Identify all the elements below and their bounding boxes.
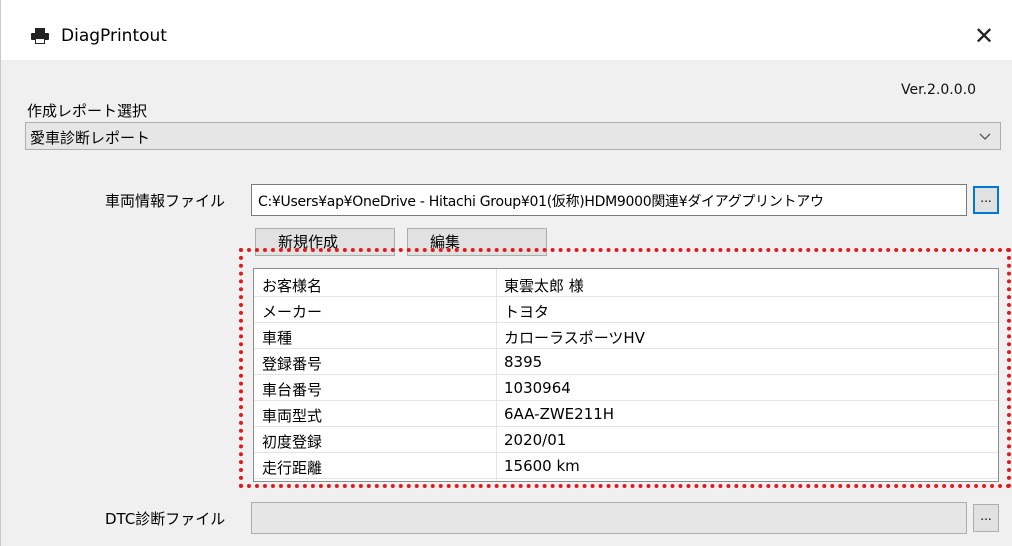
row-value: 東雲太郎 様 [504, 277, 584, 295]
vehicle-file-path: C:¥Users¥ap¥OneDrive - Hitachi Group¥01(… [258, 194, 824, 210]
title-bar: DiagPrintout ✕ [1, 0, 1012, 60]
row-key: お客様名 [262, 277, 323, 295]
table-row[interactable]: 走行距離 15600 km [254, 455, 998, 479]
version-label: Ver.2.0.0.0 [901, 82, 977, 98]
new-create-button[interactable]: 新規作成 [255, 228, 395, 256]
row-key: 車種 [262, 329, 293, 347]
row-value: 1030964 [504, 379, 571, 397]
dtc-file-path-field[interactable] [251, 502, 967, 534]
printer-icon [31, 28, 49, 44]
row-value: 8395 [504, 353, 543, 371]
row-key: 初度登録 [262, 433, 323, 451]
table-row[interactable]: 登録番号 8395 [254, 351, 998, 375]
table-row[interactable]: お客様名 東雲太郎 様 [254, 273, 998, 297]
row-value: 2020/01 [504, 431, 567, 449]
close-button[interactable]: ✕ [961, 16, 1007, 56]
diagprintout-window: DiagPrintout ✕ Ver.2.0.0.0 作成レポート選択 愛車診断… [0, 0, 1012, 546]
row-key: 走行距離 [262, 459, 323, 477]
table-row[interactable]: 初度登録 2020/01 [254, 429, 998, 453]
report-select-value: 愛車診断レポート [30, 129, 151, 147]
edit-button[interactable]: 編集 [407, 228, 547, 256]
row-key: 車台番号 [262, 381, 323, 399]
vehicle-file-browse-button[interactable]: ... [973, 186, 999, 214]
vehicle-file-label: 車両情報ファイル [105, 192, 226, 210]
row-key: メーカー [262, 303, 323, 321]
row-key: 登録番号 [262, 355, 323, 373]
row-value: トヨタ [504, 303, 550, 321]
report-select[interactable]: 愛車診断レポート [25, 122, 1001, 150]
dtc-file-label: DTC診断ファイル [105, 510, 226, 528]
dtc-file-browse-button[interactable]: ... [973, 504, 999, 532]
row-key: 車両型式 [262, 407, 323, 425]
table-row[interactable]: 車両型式 6AA-ZWE211H [254, 403, 998, 427]
row-value: 6AA-ZWE211H [504, 405, 615, 423]
row-value: カローラスポーツHV [504, 329, 645, 347]
table-row[interactable]: 車種 カローラスポーツHV [254, 325, 998, 349]
table-row[interactable]: 車台番号 1030964 [254, 377, 998, 401]
report-select-label: 作成レポート選択 [27, 102, 148, 120]
table-row[interactable]: メーカー トヨタ [254, 299, 998, 323]
chevron-down-icon [978, 128, 992, 142]
vehicle-info-table: お客様名 東雲太郎 様メーカー トヨタ車種 カローラスポーツHV 登録番号 8395 車台番… [253, 268, 999, 482]
vehicle-file-path-field[interactable]: C:¥Users¥ap¥OneDrive - Hitachi Group¥01(… [251, 184, 967, 216]
window-title: DiagPrintout [61, 26, 167, 46]
row-value: 15600 km [504, 457, 580, 475]
